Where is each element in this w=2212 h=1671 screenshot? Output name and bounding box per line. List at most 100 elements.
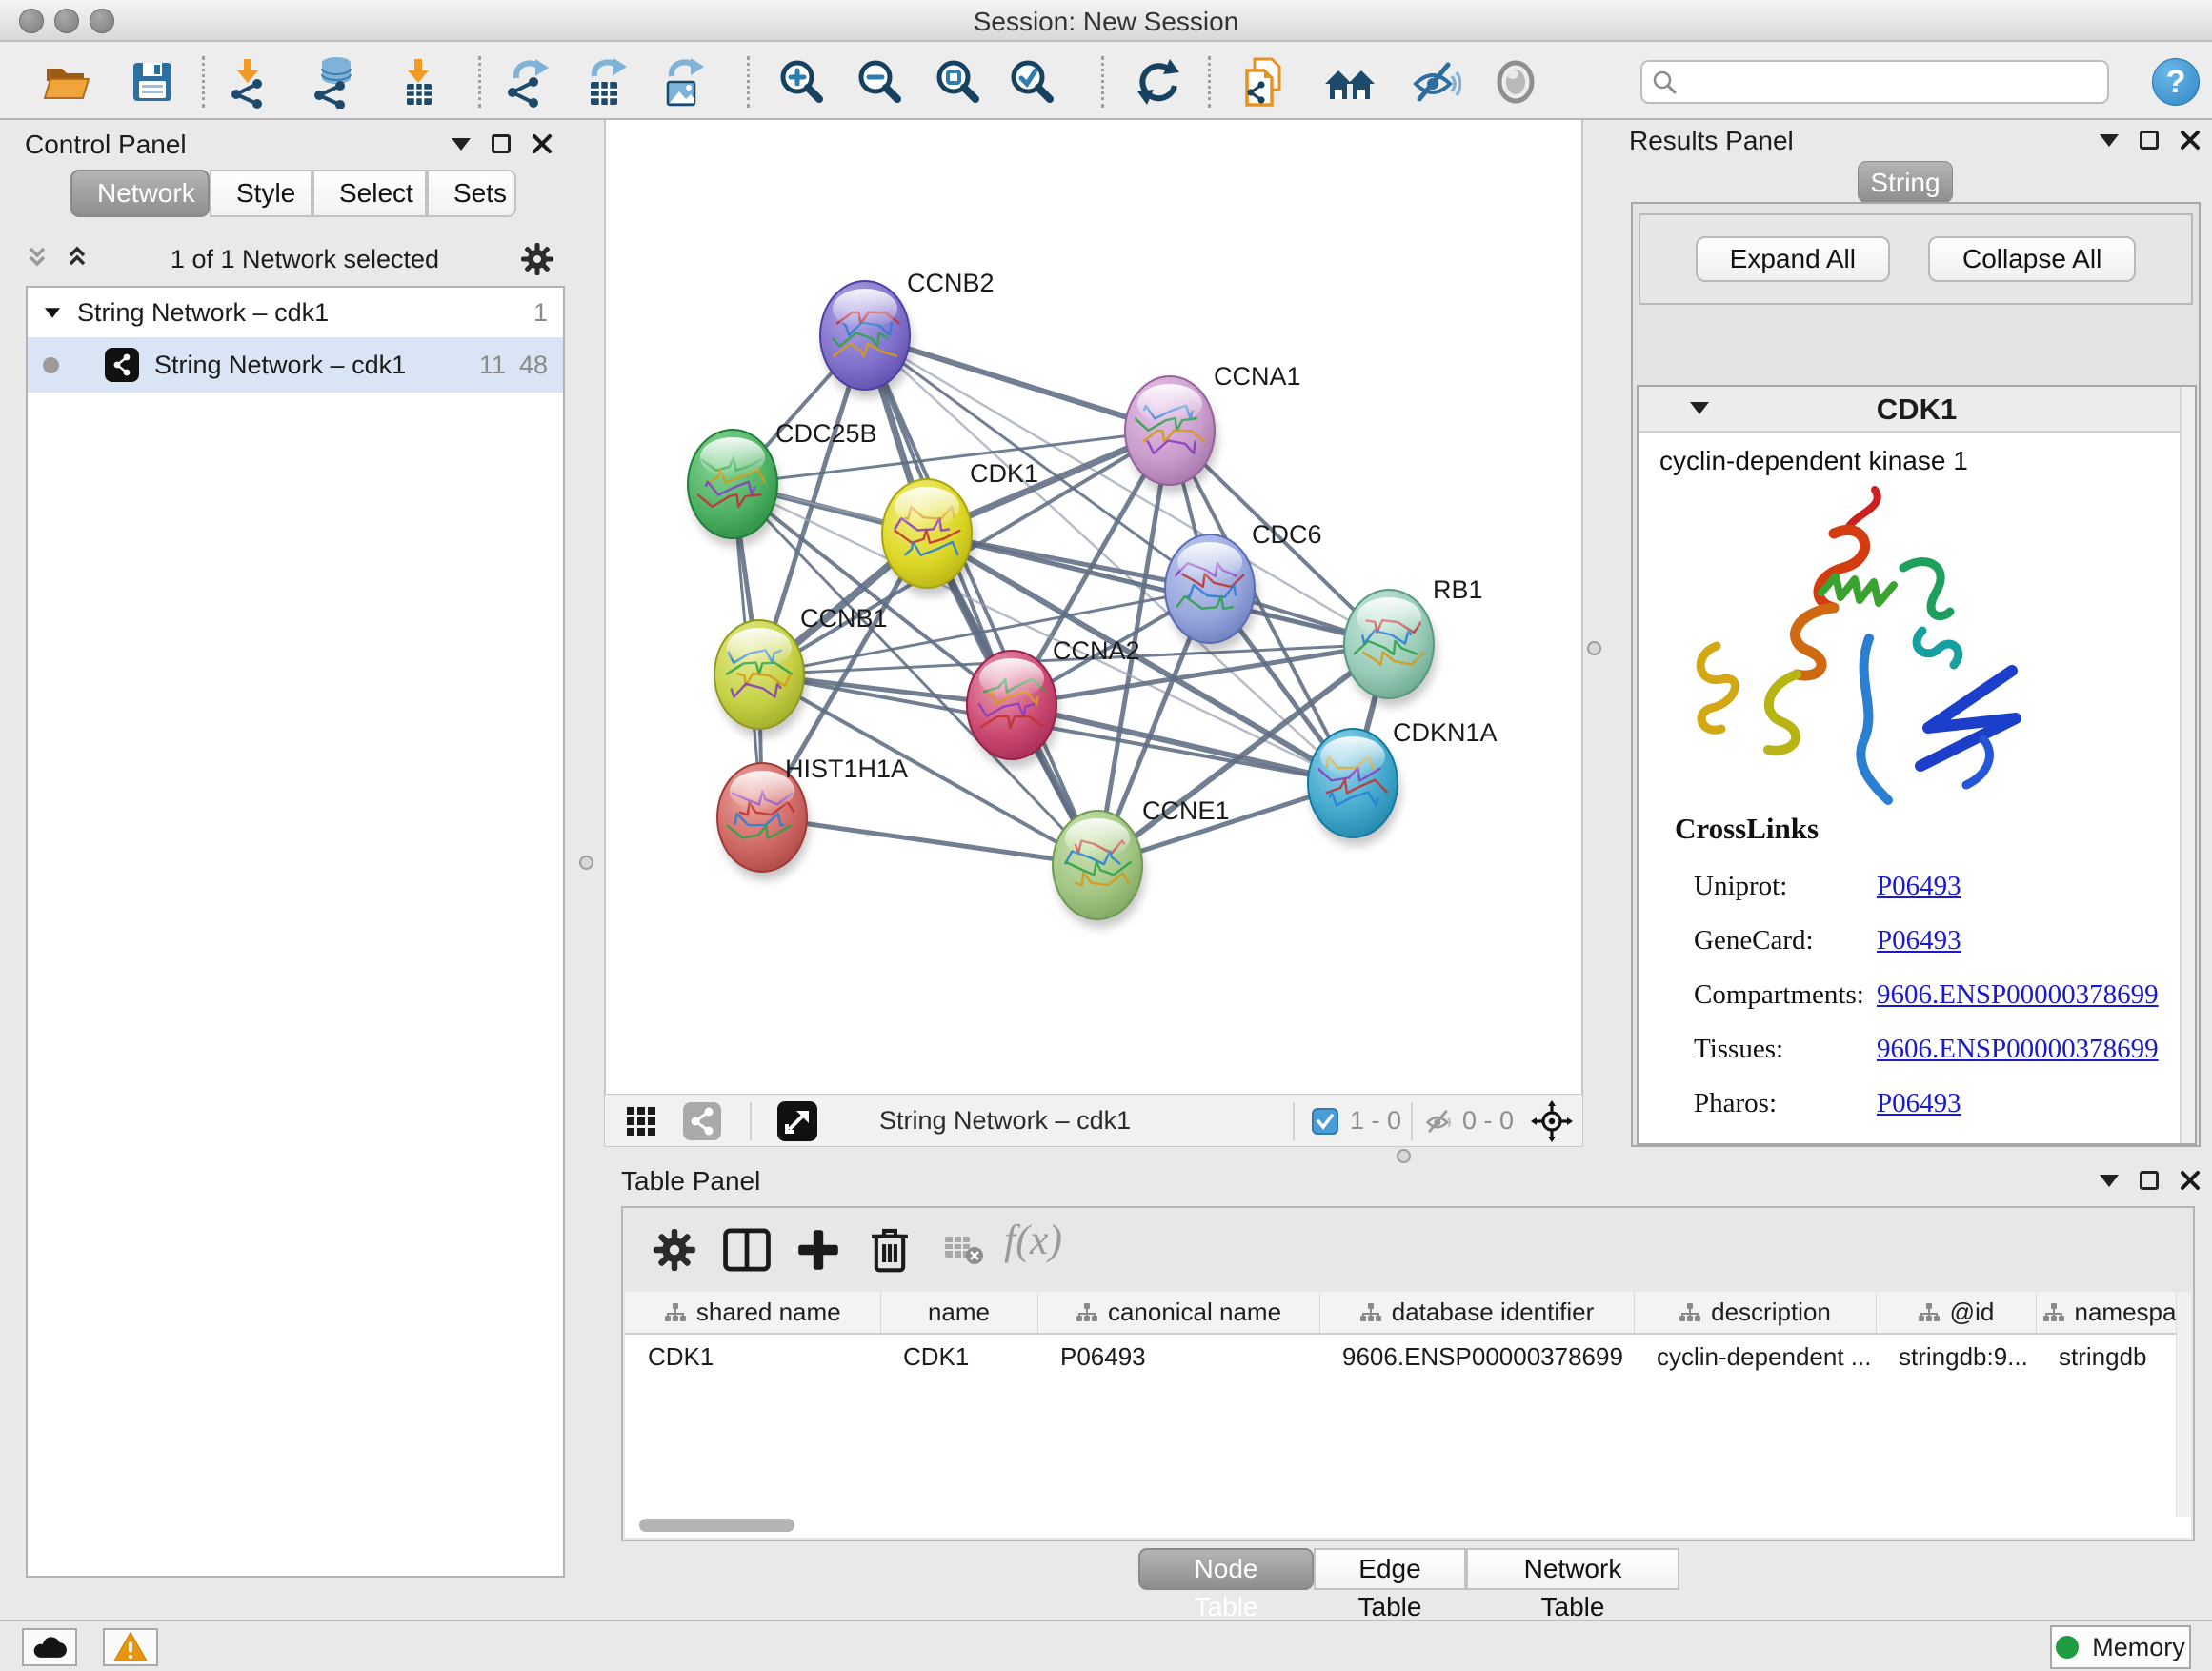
zoom-in-icon[interactable] [774,55,827,109]
column-header[interactable]: canonical name [1037,1292,1319,1334]
zoom-out-icon[interactable] [852,55,905,109]
tab-network[interactable]: Network [70,170,210,217]
cell-description[interactable]: cyclin-dependent ... [1634,1334,1876,1379]
help-button[interactable]: ? [2152,58,2200,106]
network-row-selected[interactable]: String Network – cdk1 11 48 [28,337,563,393]
right-splitter-handle[interactable] [1587,641,1601,655]
cell-shared-name[interactable]: CDK1 [625,1334,880,1379]
cdk1-section-header[interactable]: CDK1 [1639,387,2195,433]
fit-selection-target-icon[interactable] [1531,1100,1573,1142]
panel-close-icon[interactable] [2180,1170,2201,1191]
collapse-all-button[interactable]: Collapse All [1928,236,2136,282]
zoom-fit-icon[interactable] [930,55,983,109]
column-header[interactable]: description [1634,1292,1876,1334]
column-header[interactable]: @id [1876,1292,2036,1334]
tab-style[interactable]: Style [210,170,312,217]
table-horizontal-scrollbar[interactable] [639,1519,794,1532]
export-image-icon[interactable] [656,55,710,109]
crosslink-value-link[interactable]: 9606.ENSP00000378699 [1877,979,2159,1011]
cell-database-identifier[interactable]: 9606.ENSP00000378699 [1319,1334,1634,1379]
collection-expand-icon[interactable] [45,308,60,317]
network-node-CDC6[interactable] [1165,534,1257,652]
network-node-CCNB1[interactable] [714,620,807,737]
network-node-CDC25B[interactable] [688,430,780,547]
cell-canonical-name[interactable]: P06493 [1037,1334,1319,1379]
refresh-icon[interactable] [1132,55,1185,109]
panel-menu-icon[interactable] [452,138,471,151]
network-node-CCNB2[interactable] [820,281,913,398]
memory-button[interactable]: Memory [2050,1625,2191,1669]
import-table-file-icon[interactable] [392,55,445,109]
collection-label: String Network – cdk1 [77,298,329,328]
network-canvas[interactable]: CCNB2CCNA1CDC25BCDK1CDC6RB1CCNB1CCNA2CDK… [604,120,1583,1094]
results-scrollbar[interactable] [2180,387,2195,1143]
string-network-graph[interactable]: CCNB2CCNA1CDC25BCDK1CDC6RB1CCNB1CCNA2CDK… [606,120,1585,1094]
cell-name[interactable]: CDK1 [880,1334,1037,1379]
table-vertical-scrollbar[interactable] [2176,1292,2191,1517]
share-network-icon[interactable] [683,1102,721,1140]
column-header[interactable]: name [880,1292,1037,1334]
expand-all-icon[interactable] [63,245,91,273]
export-table-icon[interactable] [579,55,633,109]
panel-close-icon[interactable] [532,133,553,154]
tab-string[interactable]: String [1858,161,1953,203]
crosslink-value-link[interactable]: P06493 [1877,871,1961,902]
column-header[interactable]: database identifier [1319,1292,1634,1334]
crosslink-label: Uniprot: [1675,871,1877,902]
tab-select[interactable]: Select [312,170,427,217]
column-header[interactable]: namespac [2036,1292,2191,1334]
collapse-all-icon[interactable] [23,245,51,273]
tab-network-table[interactable]: Network Table [1466,1548,1679,1590]
zoom-selected-icon[interactable] [1004,55,1057,109]
selected-checkbox-icon[interactable] [1312,1108,1338,1135]
add-column-icon[interactable] [794,1225,843,1275]
preview-orb-icon[interactable] [1489,55,1542,109]
table-options-gear-icon[interactable] [650,1225,699,1275]
crosslink-row: Tissues: 9606.ENSP00000378699 [1675,1022,2159,1077]
network-node-CDKN1A[interactable] [1308,729,1400,846]
home-icon[interactable] [1323,55,1377,109]
expand-all-button[interactable]: Expand All [1696,236,1890,282]
cloud-status-button[interactable] [22,1628,77,1666]
panel-menu-icon[interactable] [2100,134,2119,147]
tab-node-table[interactable]: Node Table [1138,1548,1314,1590]
crosslink-value-link[interactable]: P06493 [1877,1088,1961,1119]
crosslink-value-link[interactable]: P06493 [1877,925,1961,956]
show-columns-icon[interactable] [722,1225,772,1275]
cell-namespace[interactable]: stringdb [2036,1334,2191,1379]
left-splitter-handle[interactable] [579,856,593,870]
open-session-icon[interactable] [41,55,94,109]
hide-eye-icon[interactable] [1408,55,1461,109]
hidden-eye-icon[interactable] [1422,1106,1455,1137]
panel-float-icon[interactable] [492,134,511,153]
table-row[interactable]: CDK1 CDK1 P06493 9606.ENSP00000378699 cy… [625,1334,2191,1379]
panel-close-icon[interactable] [2180,130,2201,151]
panel-float-icon[interactable] [2140,131,2159,150]
panel-menu-icon[interactable] [2100,1175,2119,1187]
network-node-RB1[interactable] [1344,590,1437,707]
network-node-CDK1[interactable] [882,479,975,596]
search-field[interactable] [1640,60,2109,104]
save-session-icon[interactable] [126,55,179,109]
import-network-database-icon[interactable] [306,55,359,109]
network-options-gear-icon[interactable] [518,240,556,278]
grid-view-icon[interactable] [625,1105,657,1137]
panel-float-icon[interactable] [2140,1171,2159,1190]
network-collection-row[interactable]: String Network – cdk1 1 [28,288,563,337]
tab-sets[interactable]: Sets [427,170,516,217]
network-node-CCNA1[interactable] [1125,376,1217,493]
column-header[interactable]: shared name [625,1292,880,1334]
warnings-button[interactable] [103,1628,158,1666]
delete-column-icon[interactable] [865,1225,915,1275]
crosslink-label: Tissues: [1675,1034,1877,1065]
export-network-icon[interactable] [501,55,554,109]
network-node-CCNE1[interactable] [1053,811,1145,928]
tab-edge-table[interactable]: Edge Table [1314,1548,1466,1590]
import-network-file-icon[interactable] [221,55,274,109]
network-node-CCNA2[interactable] [967,651,1059,768]
share-document-icon[interactable] [1237,55,1291,109]
cell-id[interactable]: stringdb:9... [1876,1334,2036,1379]
crosslink-value-link[interactable]: 9606.ENSP00000378699 [1877,1034,2159,1065]
open-in-window-icon[interactable] [777,1101,817,1141]
search-input[interactable] [1684,67,2098,98]
